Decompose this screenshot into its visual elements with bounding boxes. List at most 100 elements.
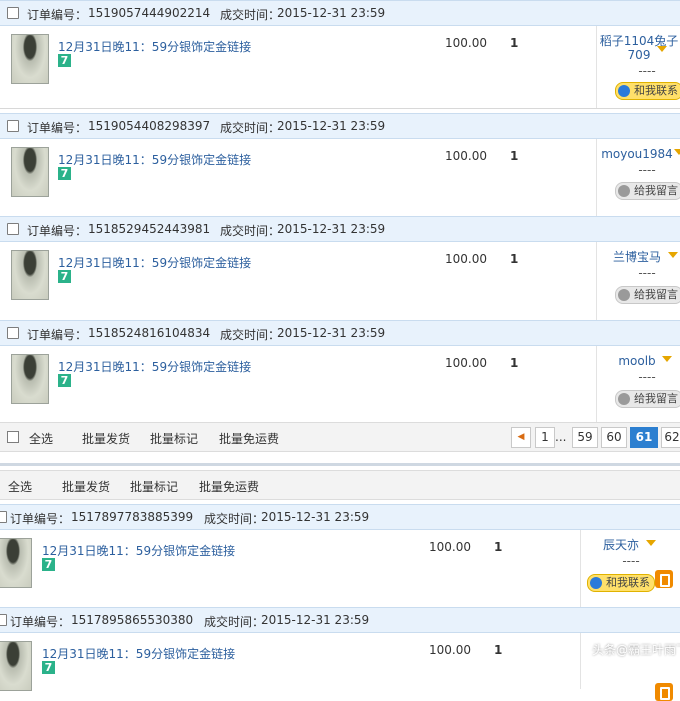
order-checkbox[interactable] bbox=[7, 223, 19, 235]
select-all-checkbox[interactable] bbox=[7, 431, 19, 443]
quantity: 1 bbox=[494, 643, 503, 657]
order-number-label: 订单编号： bbox=[27, 224, 88, 238]
seven-day-return-badge: 7 bbox=[58, 374, 71, 387]
page-61-current[interactable]: 61 bbox=[630, 427, 658, 448]
order-number-label: 订单编号： bbox=[10, 615, 71, 629]
leave-message-label: 给我留言 bbox=[634, 288, 678, 301]
product-title-link[interactable]: 12月31日晚11：59分银饰定金链接 bbox=[58, 38, 251, 55]
batch-ship-button[interactable]: 批量发货 bbox=[62, 478, 110, 495]
order-number: 1519057444902214 bbox=[88, 6, 211, 20]
leave-message-button[interactable]: 给我留言 bbox=[615, 390, 680, 408]
batch-mark-button[interactable]: 批量标记 bbox=[130, 478, 178, 495]
deal-time: 2015-12-31 23:59 bbox=[261, 510, 370, 524]
product-thumbnail[interactable] bbox=[0, 538, 32, 588]
leave-message-button[interactable]: 给我留言 bbox=[615, 286, 680, 304]
seven-day-return-badge: 7 bbox=[42, 661, 55, 674]
prev-page-button[interactable]: ◀ bbox=[511, 427, 531, 448]
filter-icon[interactable] bbox=[674, 149, 680, 155]
product-thumbnail[interactable] bbox=[11, 354, 49, 404]
product-title-link[interactable]: 12月31日晚11：59分银饰定金链接 bbox=[42, 542, 235, 559]
deal-time-label: 成交时间： bbox=[220, 121, 281, 135]
order-checkbox[interactable] bbox=[0, 511, 7, 523]
order-item: 12月31日晚11：59分银饰定金链接 7 100.00 1 moolb ---… bbox=[0, 346, 680, 429]
order-number: 1518524816104834 bbox=[88, 326, 211, 340]
unit-price: 100.00 bbox=[445, 36, 487, 50]
page-59[interactable]: 59 bbox=[572, 427, 598, 448]
order-checkbox[interactable] bbox=[7, 327, 19, 339]
chat-icon bbox=[618, 393, 630, 405]
order-item: 12月31日晚11：59分银饰定金链接 7 100.00 1 moyou1984… bbox=[0, 139, 680, 222]
leave-message-button[interactable]: 给我留言 bbox=[615, 182, 680, 200]
page-62[interactable]: 62 bbox=[661, 427, 680, 448]
contact-me-label: 和我联系 bbox=[634, 84, 678, 97]
column-divider bbox=[580, 633, 581, 689]
quantity: 1 bbox=[510, 252, 519, 266]
deal-time: 2015-12-31 23:59 bbox=[277, 222, 386, 236]
product-title-link[interactable]: 12月31日晚11：59分银饰定金链接 bbox=[42, 645, 235, 662]
leave-message-label: 给我留言 bbox=[634, 184, 678, 197]
page-1[interactable]: 1 bbox=[535, 427, 555, 448]
seven-day-return-badge: 7 bbox=[58, 167, 71, 180]
watermark: 头条@霸王叶雨飞 bbox=[592, 643, 680, 657]
page-60[interactable]: 60 bbox=[601, 427, 627, 448]
chat-icon bbox=[590, 577, 602, 589]
chat-icon bbox=[618, 289, 630, 301]
order-item: 12月31日晚11：59分银饰定金链接 7 100.00 1 头条@霸王叶雨飞 bbox=[0, 633, 680, 701]
filter-icon[interactable] bbox=[646, 540, 656, 546]
order-header: 订单编号： 1518524816104834 成交时间： 2015-12-31 … bbox=[0, 320, 680, 346]
deal-time: 2015-12-31 23:59 bbox=[277, 6, 386, 20]
order-checkbox[interactable] bbox=[7, 120, 19, 132]
filter-icon[interactable] bbox=[657, 46, 667, 52]
order-number-label: 订单编号： bbox=[27, 328, 88, 342]
select-all-label[interactable]: 全选 bbox=[29, 430, 53, 447]
product-title-link[interactable]: 12月31日晚11：59分银饰定金链接 bbox=[58, 254, 251, 271]
product-thumbnail[interactable] bbox=[11, 250, 49, 300]
bulk-action-toolbar: 全选 批量发货 批量标记 批量免运费 bbox=[0, 470, 680, 500]
quantity: 1 bbox=[494, 540, 503, 554]
deal-time-label: 成交时间： bbox=[220, 224, 281, 238]
product-title-link[interactable]: 12月31日晚11：59分银饰定金链接 bbox=[58, 358, 251, 375]
buyer-name-link[interactable]: 稻子1104兔子709 bbox=[596, 34, 680, 62]
unit-price: 100.00 bbox=[445, 356, 487, 370]
chat-icon bbox=[618, 185, 630, 197]
quantity: 1 bbox=[510, 149, 519, 163]
panel-divider bbox=[0, 463, 680, 466]
batch-free-shipping-button[interactable]: 批量免运费 bbox=[219, 430, 279, 447]
deal-time-label: 成交时间： bbox=[220, 328, 281, 342]
buyer-remark: ---- bbox=[638, 163, 656, 177]
batch-free-shipping-button[interactable]: 批量免运费 bbox=[199, 478, 259, 495]
seven-day-return-badge: 7 bbox=[58, 270, 71, 283]
deal-time-label: 成交时间： bbox=[204, 512, 265, 526]
order-checkbox[interactable] bbox=[7, 7, 19, 19]
order-header: 订单编号： 1517897783885399 成交时间： 2015-12-31 … bbox=[0, 504, 680, 530]
phone-icon[interactable] bbox=[655, 570, 673, 588]
phone-icon[interactable] bbox=[655, 683, 673, 701]
select-all-label[interactable]: 全选 bbox=[8, 478, 32, 495]
order-header: 订单编号： 1518529452443981 成交时间： 2015-12-31 … bbox=[0, 216, 680, 242]
order-number: 1519054408298397 bbox=[88, 119, 211, 133]
buyer-name-link[interactable]: moyou1984 bbox=[594, 147, 680, 161]
contact-me-button[interactable]: 和我联系 bbox=[587, 574, 655, 592]
order-checkbox[interactable] bbox=[0, 614, 7, 626]
product-title-link[interactable]: 12月31日晚11：59分银饰定金链接 bbox=[58, 151, 251, 168]
order-number-label: 订单编号： bbox=[27, 121, 88, 135]
product-thumbnail[interactable] bbox=[0, 641, 32, 691]
order-number-label: 订单编号： bbox=[27, 8, 88, 22]
batch-ship-button[interactable]: 批量发货 bbox=[82, 430, 130, 447]
quantity: 1 bbox=[510, 36, 519, 50]
contact-me-label: 和我联系 bbox=[606, 576, 650, 589]
contact-me-button[interactable]: 和我联系 bbox=[615, 82, 680, 100]
order-item: 12月31日晚11：59分银饰定金链接 7 100.00 1 稻子1104兔子7… bbox=[0, 26, 680, 109]
product-thumbnail[interactable] bbox=[11, 34, 49, 84]
buyer-remark: ---- bbox=[638, 266, 656, 280]
filter-icon[interactable] bbox=[668, 252, 678, 258]
seven-day-return-badge: 7 bbox=[42, 558, 55, 571]
order-header: 订单编号： 1519057444902214 成交时间： 2015-12-31 … bbox=[0, 0, 680, 26]
batch-mark-button[interactable]: 批量标记 bbox=[150, 430, 198, 447]
order-number: 1517895865530380 bbox=[71, 613, 194, 627]
order-number: 1518529452443981 bbox=[88, 222, 211, 236]
filter-icon[interactable] bbox=[662, 356, 672, 362]
product-thumbnail[interactable] bbox=[11, 147, 49, 197]
buyer-remark: ---- bbox=[622, 554, 640, 568]
order-item: 12月31日晚11：59分银饰定金链接 7 100.00 1 辰天亦 ---- … bbox=[0, 530, 680, 613]
